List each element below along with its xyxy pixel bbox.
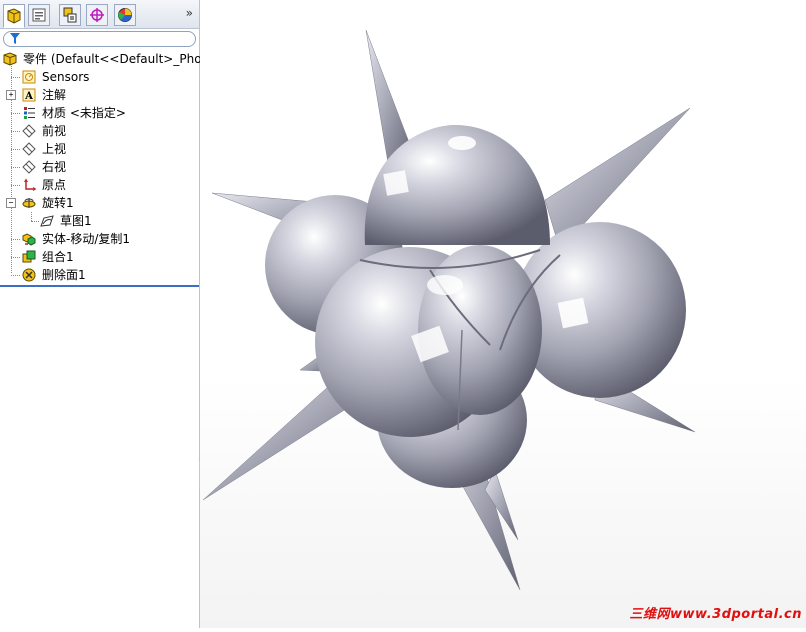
tree-connector [11, 167, 20, 168]
tree-item-label: 实体-移动/复制1 [42, 232, 131, 246]
tab-property-manager[interactable] [28, 4, 50, 26]
material-icon [24, 107, 35, 119]
combine-icon [22, 250, 36, 263]
expand-toggle[interactable]: + [6, 90, 16, 100]
display-manager-icon [118, 8, 132, 22]
feature-manager-panel: » 零件 (Default<<Default>_Phot Sensors + A [0, 0, 206, 628]
revolve-icon [22, 198, 36, 208]
plane-icon [22, 142, 36, 156]
tree-item-label: 删除面1 [42, 268, 86, 282]
watermark: 三维网www.3dportal.cn [629, 607, 802, 622]
tree-item-label: 草图1 [60, 214, 92, 228]
tree-item-label: 组合1 [42, 250, 74, 264]
graphics-viewport[interactable]: 三维网www.3dportal.cn [200, 0, 806, 628]
tree-connector [11, 185, 20, 186]
part-label: 零件 (Default<<Default>_Phot [23, 52, 207, 66]
tree-connector [11, 77, 20, 78]
filter-icon [10, 33, 20, 44]
tree-item-label: 右视 [42, 160, 67, 174]
sensors-icon [22, 70, 36, 84]
part-icon [3, 52, 17, 66]
tree-connector [11, 239, 20, 240]
tree-connector [11, 113, 20, 114]
tree-item-label: 上视 [42, 142, 67, 156]
manager-tab-bar: » [0, 0, 199, 29]
tree-root-part[interactable]: 零件 (Default<<Default>_Phot [0, 50, 206, 68]
dimxpert-icon [90, 8, 104, 22]
move-copy-icon [22, 233, 36, 246]
svg-text:A: A [24, 91, 33, 102]
plane-icon [22, 124, 36, 138]
tab-display-manager[interactable] [114, 4, 136, 26]
tree-filter-input[interactable] [3, 31, 196, 47]
tree-item-label: 原点 [42, 178, 67, 192]
tree-connector [11, 149, 20, 150]
tree-connector [11, 275, 20, 276]
tree-connector [31, 212, 32, 221]
tree-item-label: 旋转1 [42, 196, 74, 210]
sketch-icon [40, 215, 54, 227]
expand-panel-button[interactable]: » [186, 6, 193, 20]
collapse-toggle[interactable]: − [6, 198, 16, 208]
tree-connector [11, 131, 20, 132]
tab-feature-manager[interactable] [3, 4, 25, 28]
tree-item-label: Sensors [42, 70, 90, 84]
tab-configuration-manager[interactable] [59, 4, 81, 26]
tree-rollback-bar[interactable] [0, 285, 199, 287]
plane-icon [22, 160, 36, 174]
configuration-manager-icon [63, 7, 77, 23]
tree-item-label: 材质 <未指定> [42, 106, 126, 120]
tree-item-label: 前视 [42, 124, 67, 138]
tree-item-label: 注解 [42, 88, 67, 102]
delete-face-icon [22, 268, 36, 282]
tab-dimxpert[interactable] [86, 4, 108, 26]
tree-connector [11, 257, 20, 258]
annotations-icon: A [22, 88, 36, 102]
tree-connector [31, 221, 39, 222]
origin-icon [24, 178, 36, 191]
feature-manager-icon [7, 8, 21, 24]
spiked-ball-model[interactable] [200, 0, 806, 628]
property-manager-icon [32, 8, 46, 22]
